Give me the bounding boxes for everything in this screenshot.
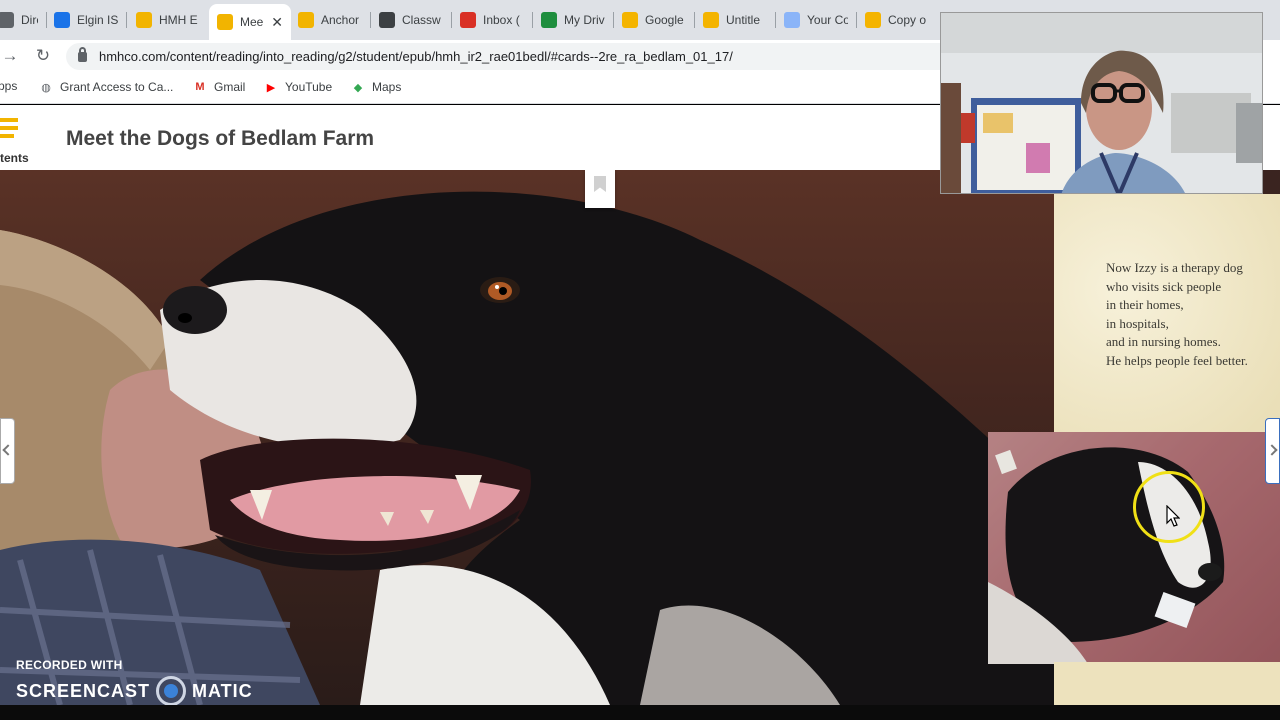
tab-label: Anchor (321, 13, 360, 27)
bookmark-label: Gmail (214, 80, 246, 94)
tab-label: Classw (402, 13, 441, 27)
mouse-pointer-icon (1166, 505, 1180, 527)
webcam-overlay (940, 12, 1263, 194)
cloud-icon (54, 12, 70, 28)
screencast-watermark: RECORDED WITH SCREENCAST MATIC (16, 658, 253, 706)
gmail-icon: M (195, 81, 205, 93)
bookmark-label: YouTube (285, 80, 333, 94)
hmh-shield-icon (136, 12, 152, 28)
browser-tab[interactable]: Google (614, 6, 694, 34)
bookmark-gmail[interactable]: M Gmail (192, 79, 245, 95)
story-text: Now Izzy is a therapy dog who visits sick… (1106, 259, 1248, 370)
reload-icon[interactable]: ↻ (31, 44, 55, 68)
tab-label: Elgin IS (77, 13, 118, 27)
bookmark-label: Maps (372, 80, 402, 94)
tab-separator (126, 12, 127, 28)
circle-icon (784, 12, 800, 28)
video-bottom-bar (0, 705, 1280, 720)
gmail-icon (460, 12, 476, 28)
hamburger-menu-icon[interactable] (0, 118, 18, 138)
story-line: in hospitals, (1106, 315, 1169, 331)
hmh-shield-icon (298, 12, 314, 28)
bookmark-apps[interactable]: Apps (0, 79, 17, 93)
browser-tab[interactable]: My Driv (533, 6, 613, 34)
next-page-button[interactable] (1265, 418, 1280, 484)
slides-icon (703, 12, 719, 28)
browser-tab[interactable]: Inbox ( (452, 6, 532, 34)
youtube-icon: ▶ (266, 81, 276, 94)
page-footer-strip (1054, 662, 1280, 705)
bookmark-label: Grant Access to Ca... (60, 80, 174, 94)
browser-tab[interactable]: Mee ✕ (209, 4, 291, 40)
story-line: He helps people feel better. (1106, 352, 1248, 368)
address-bar[interactable]: hmhco.com/content/reading/into_reading/g… (66, 43, 1066, 70)
close-tab-icon[interactable]: ✕ (271, 14, 283, 31)
watermark-caption: RECORDED WITH (16, 658, 123, 672)
tab-label: Your Co (807, 13, 848, 27)
tab-label: HMH E (159, 13, 198, 27)
browser-tab[interactable]: Directo (0, 6, 46, 34)
bookmark-maps[interactable]: ◆ Maps (350, 79, 402, 95)
story-line: who visits sick people (1106, 278, 1222, 294)
forward-arrow-icon[interactable]: → (0, 44, 22, 68)
tab-label: Inbox ( (483, 13, 520, 27)
tab-label: Directo (21, 13, 38, 27)
browser-tab[interactable]: Untitle (695, 6, 775, 34)
browser-tab[interactable]: HMH E (128, 6, 208, 34)
watermark-brand-right: MATIC (192, 680, 253, 701)
tab-label: Untitle (726, 13, 761, 27)
reader-view: Now Izzy is a therapy dog who visits sick… (0, 170, 1280, 705)
drive-icon (541, 12, 557, 28)
bookmark-youtube[interactable]: ▶ YouTube (263, 79, 332, 95)
browser-tab[interactable]: Elgin IS (46, 6, 126, 34)
record-icon (156, 676, 187, 706)
story-line: Now Izzy is a therapy dog (1106, 260, 1243, 275)
lock-icon (78, 46, 87, 62)
hmh-shield-icon (217, 14, 233, 30)
story-line: and in nursing homes. (1106, 334, 1221, 349)
dog-closeup-photo (0, 170, 1054, 705)
grid-icon (0, 12, 14, 28)
url-text[interactable]: hmhco.com/content/reading/into_reading/g… (99, 49, 733, 64)
browser-tab[interactable]: Anchor (290, 6, 370, 34)
watermark-brand-left: SCREENCAST (16, 680, 151, 701)
tab-label: Mee (240, 15, 264, 29)
browser-tab[interactable]: Classw (371, 6, 451, 34)
story-line: in their homes, (1106, 297, 1184, 312)
slides-icon (865, 12, 881, 28)
izzy-therapy-dog-photo (988, 432, 1280, 664)
tab-label: Google (645, 13, 684, 27)
maps-icon: ◆ (353, 81, 363, 94)
bookmark-globe[interactable]: ◍ Grant Access to Ca... (38, 79, 173, 95)
story-text-panel: Now Izzy is a therapy dog who visits sick… (1054, 194, 1280, 432)
tab-label: My Driv (564, 13, 605, 27)
browser-tab[interactable]: Copy o (857, 6, 937, 34)
slides-icon (622, 12, 638, 28)
browser-tab[interactable]: Your Co (776, 6, 856, 34)
contents-label[interactable]: tents (0, 151, 29, 165)
bookmark-icon[interactable] (585, 170, 615, 208)
globe-icon: ◍ (41, 81, 51, 94)
tab-label: Copy o (888, 13, 927, 27)
page-title: Meet the Dogs of Bedlam Farm (66, 127, 375, 150)
classroom-icon (379, 12, 395, 28)
previous-page-button[interactable] (0, 418, 15, 484)
bookmark-label: Apps (0, 79, 18, 93)
